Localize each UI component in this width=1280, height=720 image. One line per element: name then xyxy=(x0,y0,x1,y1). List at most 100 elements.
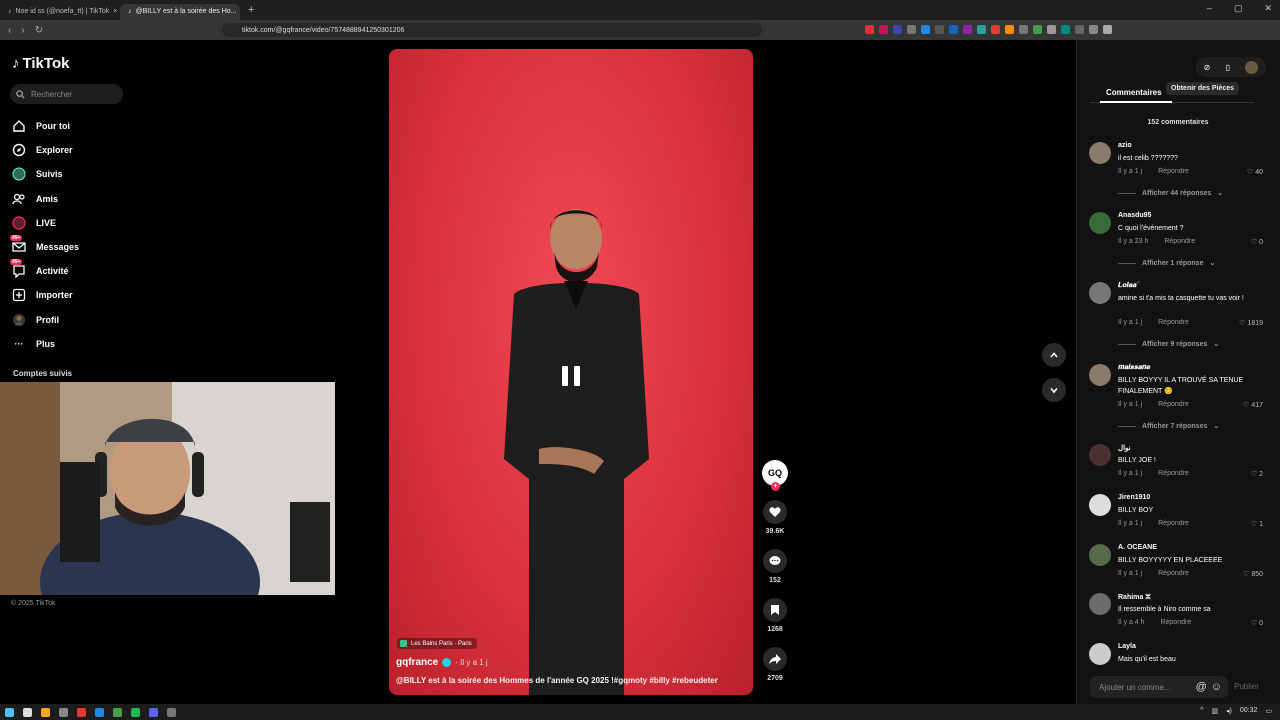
extension-icon[interactable] xyxy=(865,25,874,34)
extension-icon[interactable] xyxy=(963,25,972,34)
pause-button[interactable] xyxy=(549,354,593,398)
commenter-avatar[interactable] xyxy=(1089,593,1111,615)
commenter-avatar[interactable] xyxy=(1089,444,1111,466)
user-avatar-icon[interactable] xyxy=(1245,60,1259,74)
extension-icon[interactable] xyxy=(1005,25,1014,34)
commenter-username[interactable]: Rahima ⵣ xyxy=(1118,593,1151,601)
minimize-icon[interactable]: – xyxy=(1207,3,1212,14)
tray-chevron-icon[interactable]: ^ xyxy=(1200,707,1203,715)
extension-icon[interactable] xyxy=(1061,25,1070,34)
extension-icon[interactable] xyxy=(1089,25,1098,34)
device-icon[interactable]: ▯ xyxy=(1226,63,1230,72)
taskbar-app-icon[interactable] xyxy=(95,707,104,717)
commenter-username[interactable]: Anasdu95 xyxy=(1118,212,1151,219)
sidebar-item-explorer[interactable]: Explorer xyxy=(12,138,162,162)
notification-icon[interactable]: ▭ xyxy=(1265,707,1272,715)
commenter-username[interactable]: 𝒎𝒂𝒊𝒔𝒔𝒂𝒏𝒆 xyxy=(1118,364,1150,372)
extension-icon[interactable] xyxy=(1075,25,1084,34)
extension-icon[interactable] xyxy=(949,25,958,34)
extension-icon[interactable] xyxy=(893,25,902,34)
commenter-avatar[interactable] xyxy=(1089,364,1111,386)
author-username[interactable]: gqfrance xyxy=(396,657,438,668)
taskbar-app-icon[interactable] xyxy=(77,707,86,717)
discord-icon[interactable] xyxy=(149,707,158,717)
commenter-avatar[interactable] xyxy=(1089,544,1111,566)
reply-button[interactable]: Répondre xyxy=(1158,168,1189,175)
browser-tab-2[interactable]: ♪ @BILLY est à la soirée des Ho... × xyxy=(120,3,240,20)
previous-video-button[interactable] xyxy=(1042,343,1066,367)
search-icon[interactable] xyxy=(23,707,32,717)
sidebar-item-importer[interactable]: Importer xyxy=(12,283,162,307)
commenter-avatar[interactable] xyxy=(1089,142,1111,164)
windows-start-icon[interactable] xyxy=(5,707,14,717)
sidebar-item-amis[interactable]: Amis xyxy=(12,187,162,211)
clock[interactable]: 00:32 xyxy=(1240,707,1258,715)
commenter-avatar[interactable] xyxy=(1089,643,1111,665)
sidebar-item-suivis[interactable]: Suivis xyxy=(12,162,162,186)
show-replies-button[interactable]: Afficher 9 réponses ⌄ xyxy=(1118,340,1219,349)
extension-icon[interactable] xyxy=(935,25,944,34)
commenter-username[interactable]: Layla xyxy=(1118,643,1136,650)
browser-tab-1[interactable]: ♪ Noe id ss (@noefa_tt) | TikTok × xyxy=(0,4,120,20)
extension-icon[interactable] xyxy=(1103,25,1112,34)
extension-icon[interactable] xyxy=(1019,25,1028,34)
taskbar-app-icon[interactable] xyxy=(59,707,68,717)
reply-button[interactable]: Répondre xyxy=(1158,520,1189,527)
author-avatar[interactable]: GQ + xyxy=(762,460,788,491)
extension-icon[interactable] xyxy=(1047,25,1056,34)
mention-icon[interactable]: @ xyxy=(1196,681,1207,693)
commenter-username[interactable]: 𝑳𝒐𝒍𝒂𝒂 ̈ xyxy=(1118,282,1138,290)
comment-like-button[interactable]: ♡ 850 xyxy=(1243,570,1263,579)
commenter-avatar[interactable] xyxy=(1089,212,1111,234)
sidebar-item-activite[interactable]: 99+ Activité xyxy=(10,259,162,283)
follow-plus-icon[interactable]: + xyxy=(771,482,780,491)
show-replies-button[interactable]: Afficher 7 réponses ⌄ xyxy=(1118,422,1219,431)
address-bar[interactable]: tiktok.com/@gqfrance/video/7574888941250… xyxy=(222,23,762,37)
file-explorer-icon[interactable] xyxy=(41,707,50,717)
comment-like-button[interactable]: ♡ 2 xyxy=(1251,470,1263,479)
whatsapp-icon[interactable] xyxy=(113,707,122,717)
forward-icon[interactable]: › xyxy=(21,25,24,36)
extension-icon[interactable] xyxy=(991,25,1000,34)
comment-like-button[interactable]: ♡ 0 xyxy=(1251,238,1263,247)
new-tab-button[interactable]: + xyxy=(240,4,262,16)
reply-button[interactable]: Répondre xyxy=(1160,619,1191,626)
location-tag[interactable]: Les Bains Paris · Paris xyxy=(397,638,477,649)
share-button[interactable] xyxy=(763,647,787,671)
reply-button[interactable]: Répondre xyxy=(1158,570,1189,577)
emoji-icon[interactable]: ☺ xyxy=(1211,681,1222,693)
sidebar-item-plus[interactable]: ··· Plus xyxy=(12,332,162,356)
comment-like-button[interactable]: ♡ 417 xyxy=(1243,401,1263,410)
search-input[interactable]: Rechercher xyxy=(10,84,123,104)
extension-icon[interactable] xyxy=(1033,25,1042,34)
sidebar-item-messages[interactable]: 99+ Messages xyxy=(10,235,162,259)
reply-button[interactable]: Répondre xyxy=(1158,470,1189,477)
reply-button[interactable]: Répondre xyxy=(1158,319,1189,326)
maximize-icon[interactable]: ▢ xyxy=(1234,3,1243,14)
show-replies-button[interactable]: Afficher 1 réponse ⌄ xyxy=(1118,259,1215,268)
reload-icon[interactable]: ↻ xyxy=(35,25,43,36)
sidebar-item-profil[interactable]: Profil xyxy=(12,308,162,332)
commenter-username[interactable]: نوال xyxy=(1118,444,1131,452)
show-replies-button[interactable]: Afficher 44 réponses ⌄ xyxy=(1118,189,1223,198)
comment-like-button[interactable]: ♡ 1 xyxy=(1251,520,1263,529)
next-video-button[interactable] xyxy=(1042,378,1066,402)
comment-like-button[interactable]: ♡ 40 xyxy=(1247,168,1263,177)
extension-icon[interactable] xyxy=(879,25,888,34)
sidebar-item-pour-toi[interactable]: Pour toi xyxy=(12,114,162,138)
volume-icon[interactable]: ◂) xyxy=(1226,707,1232,715)
network-icon[interactable]: ▥ xyxy=(1211,707,1218,715)
tiktok-logo[interactable]: ♪ TikTok xyxy=(12,55,69,72)
close-window-icon[interactable]: ✕ xyxy=(1264,3,1272,14)
close-tab-icon[interactable]: × xyxy=(113,8,117,15)
commenter-username[interactable]: azio xyxy=(1118,142,1132,149)
video-player[interactable]: Les Bains Paris · Paris gqfrance · Il y … xyxy=(389,49,753,695)
comment-like-button[interactable]: ♡ 0 xyxy=(1251,619,1263,628)
comment-like-button[interactable]: ♡ 1819 xyxy=(1239,319,1263,328)
comment-input[interactable]: Ajouter un comme... @ ☺ xyxy=(1090,676,1228,698)
coins-icon[interactable]: ⊘ xyxy=(1204,63,1211,72)
commenter-username[interactable]: Jiren1910 xyxy=(1118,494,1150,501)
reply-button[interactable]: Répondre xyxy=(1158,401,1189,408)
reply-button[interactable]: Répondre xyxy=(1164,238,1195,245)
commenter-username[interactable]: A. OCEANE xyxy=(1118,544,1157,551)
